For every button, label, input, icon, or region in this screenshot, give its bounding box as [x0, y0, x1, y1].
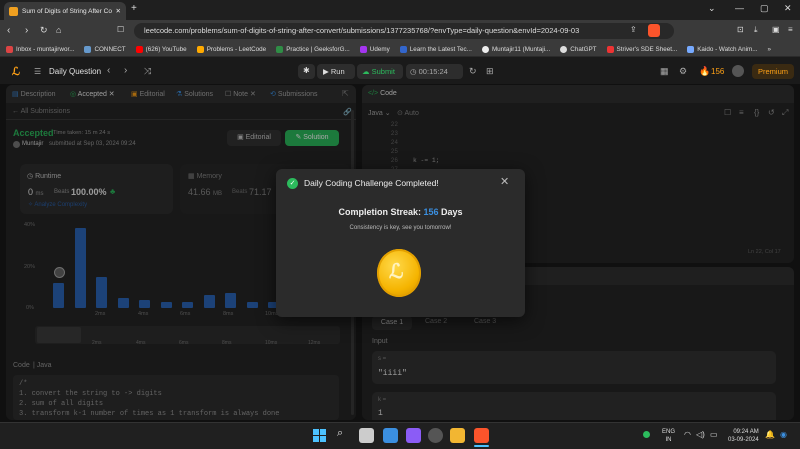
- bookmark-item[interactable]: CONNECT: [84, 45, 126, 53]
- upload-icon: ☁: [362, 67, 372, 76]
- home-icon[interactable]: ⌂: [56, 25, 61, 35]
- wifi-icon[interactable]: ◠: [684, 430, 691, 439]
- coin-logo-glyph: ℒ: [389, 261, 404, 283]
- task-view-icon[interactable]: [359, 428, 374, 443]
- volume-icon[interactable]: ◁): [696, 430, 705, 439]
- browser-tab[interactable]: Sum of Digits of String After Co ✕: [4, 2, 126, 20]
- fullscreen-icon[interactable]: ⊞: [486, 66, 494, 77]
- downloads-icon[interactable]: ⤓: [754, 25, 758, 35]
- bookmark-item[interactable]: Inbox - muntajirwor...: [6, 45, 74, 53]
- bookmark-item[interactable]: Learn the Latest Tec...: [399, 45, 472, 53]
- avatar[interactable]: [732, 65, 744, 77]
- github-desktop-icon[interactable]: [428, 428, 443, 443]
- copilot-icon[interactable]: [383, 428, 398, 443]
- bookmark-item[interactable]: Problems - LeetCode: [196, 45, 266, 53]
- close-window-button[interactable]: ✕: [784, 3, 792, 14]
- layout-icon[interactable]: ▦: [660, 66, 669, 77]
- file-explorer-icon[interactable]: [450, 428, 465, 443]
- completion-streak: Completion Streak: 156 Days: [338, 207, 463, 217]
- language-indicator[interactable]: ENG IN: [662, 428, 675, 444]
- submit-button[interactable]: ☁ Submit: [357, 64, 403, 79]
- menu-icon[interactable]: ≡: [788, 25, 793, 34]
- tab-search-icon[interactable]: ⌄: [708, 3, 716, 14]
- bookmark-icon[interactable]: ☐: [117, 25, 124, 34]
- daily-challenge-modal: ✓ Daily Coding Challenge Completed! ✕ Co…: [276, 169, 525, 317]
- leetcode-logo-icon[interactable]: ℒ: [12, 65, 20, 78]
- url-bar[interactable]: leetcode.com/problems/sum-of-digits-of-s…: [134, 23, 674, 39]
- close-modal-icon[interactable]: ✕: [500, 175, 509, 188]
- forward-icon[interactable]: ›: [25, 25, 28, 36]
- youtube-icon: [135, 45, 143, 53]
- bookmark-item[interactable]: Striver's SDE Sheet...: [606, 45, 677, 53]
- bookmark-item[interactable]: (626) YouTube: [135, 45, 187, 53]
- taskbar: [0, 422, 800, 449]
- github-icon: [481, 45, 489, 53]
- search-icon[interactable]: ⌕: [337, 427, 343, 440]
- modal-title: Daily Coding Challenge Completed!: [304, 178, 439, 188]
- bookmark-item[interactable]: ChatGPT: [560, 45, 597, 53]
- reload-icon[interactable]: ↻: [40, 25, 48, 36]
- windows-start-icon[interactable]: [312, 428, 327, 443]
- bookmark-item[interactable]: Practice | GeeksforG...: [276, 45, 350, 53]
- streak-count: 156: [711, 67, 725, 76]
- chatgpt-icon: [560, 45, 568, 53]
- globe-icon: [84, 45, 92, 53]
- browser-tab-title: Sum of Digits of String After Co: [22, 7, 112, 15]
- streak-fire-icon[interactable]: 🔥: [699, 66, 710, 77]
- problem-list-icon[interactable]: ☰: [34, 67, 41, 76]
- bookmark-item[interactable]: Muntajir11 (Muntaji...: [481, 45, 550, 53]
- gfg-icon: [276, 45, 284, 53]
- browser-tab-bar: Sum of Digits of String After Co ✕ + ⌄ — …: [0, 0, 800, 20]
- striver-icon: [606, 45, 614, 53]
- status-dot-icon: [643, 431, 650, 438]
- timer[interactable]: ◷ 00:15:24: [406, 64, 463, 79]
- premium-button[interactable]: Premium: [752, 64, 794, 79]
- brave-shield-icon[interactable]: [648, 24, 660, 37]
- leetcode-icon: [196, 45, 204, 53]
- next-problem-icon[interactable]: ›: [124, 65, 127, 76]
- globe-icon: [399, 45, 407, 53]
- debug-button[interactable]: ✱: [298, 64, 315, 79]
- shuffle-icon[interactable]: ⤨: [144, 66, 151, 77]
- extensions-icon[interactable]: ⊡: [737, 25, 744, 34]
- settings-icon[interactable]: ⚙: [679, 66, 687, 77]
- leetcode-favicon-icon: [9, 6, 18, 16]
- maximize-button[interactable]: ▢: [760, 3, 769, 14]
- prev-problem-icon[interactable]: ‹: [107, 65, 110, 76]
- reset-timer-icon[interactable]: ↻: [469, 66, 477, 77]
- clock[interactable]: 09:24 AM 03-09-2024: [728, 428, 759, 444]
- bug-icon: ✱: [303, 66, 310, 75]
- bookmark-item[interactable]: Kaido - Watch Anim...: [687, 45, 758, 53]
- modal-subtitle: Consistency is key, see you tomorrow!: [349, 225, 452, 231]
- daily-question-title[interactable]: Daily Question: [49, 67, 101, 76]
- udemy-icon: [359, 45, 367, 53]
- gmail-icon: [6, 45, 13, 53]
- bookmarks-bar: Inbox - muntajirwor... CONNECT (626) You…: [0, 42, 800, 57]
- check-circle-icon: ✓: [287, 178, 298, 189]
- active-app-indicator: [474, 445, 489, 447]
- url-text: leetcode.com/problems/sum-of-digits-of-s…: [144, 26, 580, 35]
- pause-icon: ◷: [410, 67, 419, 76]
- minimize-button[interactable]: —: [735, 3, 744, 13]
- widgets-icon[interactable]: ◉: [780, 430, 787, 439]
- more-bookmarks-icon[interactable]: »: [768, 46, 772, 53]
- wallet-icon[interactable]: ▣: [772, 25, 780, 34]
- share-icon[interactable]: ⇪: [630, 25, 637, 34]
- brave-browser-icon[interactable]: [474, 428, 489, 443]
- leetcode-coin-icon: ℒ: [377, 249, 421, 297]
- obsidian-icon[interactable]: [406, 428, 421, 443]
- back-icon[interactable]: ‹: [7, 25, 10, 36]
- close-tab-icon[interactable]: ✕: [116, 7, 121, 15]
- kaido-icon: [687, 45, 695, 53]
- battery-icon[interactable]: ▭: [710, 430, 718, 439]
- new-tab-button[interactable]: +: [131, 3, 137, 14]
- run-button[interactable]: ▶ Run: [317, 64, 355, 79]
- play-icon: ▶: [323, 67, 331, 76]
- notification-icon[interactable]: 🔔: [765, 430, 775, 439]
- bookmark-item[interactable]: Udemy: [359, 45, 390, 53]
